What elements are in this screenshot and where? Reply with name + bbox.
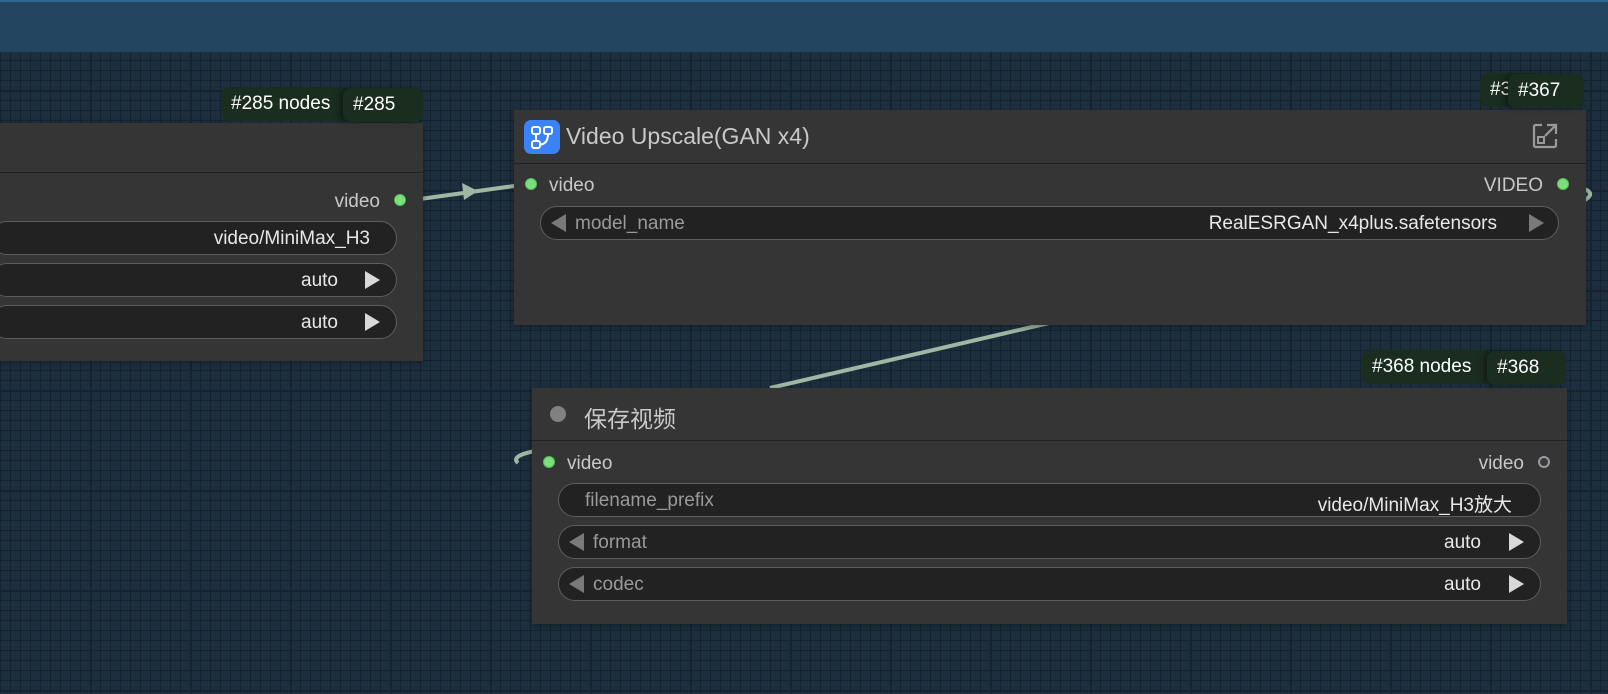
widget-label: codec: [593, 574, 644, 595]
widget-label: filename_prefix: [585, 490, 714, 511]
node-285-output-label: video: [334, 191, 380, 212]
link-arrow-icon: [462, 183, 478, 200]
widget-value: auto: [1444, 532, 1481, 553]
widget-value: auto: [1444, 574, 1481, 595]
node-367-title-bar[interactable]: Video Upscale(GAN x4): [514, 110, 1586, 164]
node-368-save-video[interactable]: 保存视频 video video filename_prefix video/M…: [532, 388, 1567, 624]
widget-value: auto: [301, 312, 338, 333]
node-368-input-slot[interactable]: [543, 456, 555, 468]
increment-arrow-icon[interactable]: [365, 271, 380, 289]
increment-arrow-icon[interactable]: [1509, 575, 1524, 593]
node-285-widget-codec[interactable]: auto: [0, 305, 397, 339]
widget-value: video/MiniMax_H3放大: [1317, 495, 1512, 516]
link-285-to-367: [411, 184, 516, 202]
widget-value: video/MiniMax_H3: [213, 228, 370, 249]
top-toolbar: [0, 0, 1608, 52]
node-368-output-label: video: [1478, 453, 1524, 474]
node-367-badge-id: #367: [1508, 74, 1584, 108]
increment-arrow-icon[interactable]: [1509, 533, 1524, 551]
node-285-output-slot[interactable]: [394, 194, 406, 206]
node-367-output-slot[interactable]: [1557, 178, 1569, 190]
node-367-video-upscale[interactable]: Video Upscale(GAN x4) video VIDEO model_…: [514, 110, 1586, 325]
node-285-title-bar[interactable]: [0, 123, 423, 173]
node-368-title-bar[interactable]: 保存视频: [532, 388, 1567, 441]
increment-arrow-icon[interactable]: [365, 313, 380, 331]
widget-value: RealESRGAN_x4plus.safetensors: [1208, 213, 1497, 234]
node-368-widget-filename-prefix[interactable]: filename_prefix video/MiniMax_H3放大: [558, 483, 1541, 517]
widget-value: auto: [301, 270, 338, 291]
node-368-output-slot[interactable]: [1538, 456, 1550, 468]
node-367-input-slot[interactable]: [525, 178, 537, 190]
node-367-output-label: VIDEO: [1483, 175, 1543, 196]
node-367-widget-model-name[interactable]: model_name RealESRGAN_x4plus.safetensors: [540, 206, 1559, 240]
node-368-badge-nodes: #368 nodes: [1362, 350, 1492, 384]
node-285-widget-filename[interactable]: video/MiniMax_H3: [0, 221, 397, 255]
widget-label: model_name: [575, 213, 685, 234]
node-368-badge-id: #368: [1487, 351, 1566, 385]
node-368-widget-codec[interactable]: codec auto: [558, 567, 1541, 601]
node-285[interactable]: video video/MiniMax_H3 auto auto: [0, 123, 423, 361]
node-367-input-label: video: [549, 175, 595, 196]
node-status-icon: [550, 406, 566, 422]
decrement-arrow-icon[interactable]: [551, 214, 566, 232]
widget-label: format: [593, 532, 647, 553]
node-368-widget-format[interactable]: format auto: [558, 525, 1541, 559]
link-367-to-368: [769, 318, 1063, 390]
expand-icon[interactable]: [1530, 121, 1560, 151]
decrement-arrow-icon[interactable]: [569, 533, 584, 551]
node-285-badge-nodes: #285 nodes: [221, 87, 351, 121]
node-368-input-label: video: [567, 453, 613, 474]
node-285-widget-format[interactable]: auto: [0, 263, 397, 297]
decrement-arrow-icon[interactable]: [569, 575, 584, 593]
node-367-title: Video Upscale(GAN x4): [566, 123, 810, 149]
node-368-title: 保存视频: [584, 406, 676, 432]
increment-arrow-icon[interactable]: [1529, 214, 1544, 232]
workflow-icon: [524, 120, 560, 154]
node-285-badge-id: #285: [343, 88, 423, 122]
